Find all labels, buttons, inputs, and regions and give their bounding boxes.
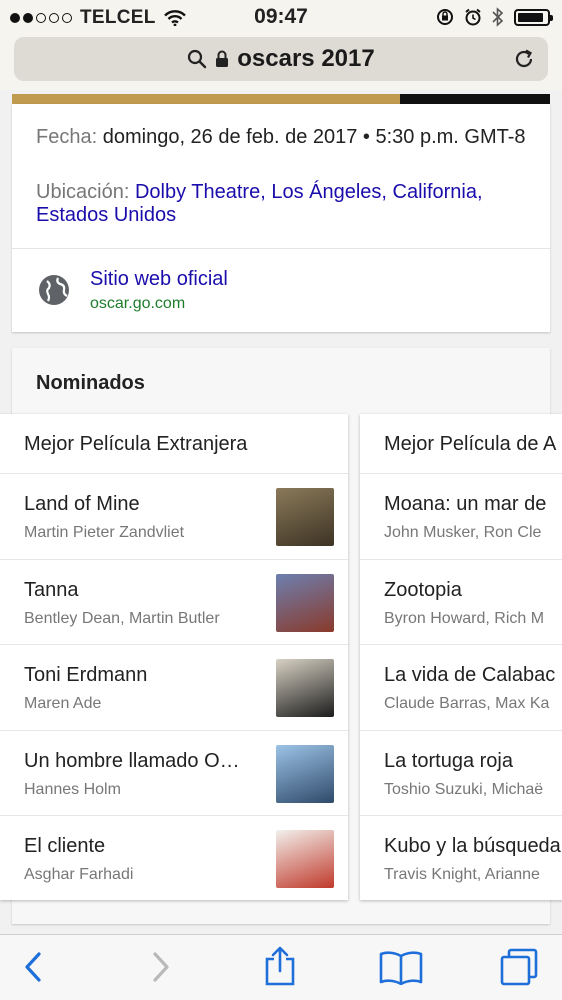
forward-icon[interactable] [146,949,174,985]
category-card[interactable]: Mejor Película Extranjera Land of Mine M… [0,414,348,900]
nominee-people: Asghar Farhadi [24,866,134,883]
nominee-people: Byron Howard, Rich M [384,609,545,627]
share-icon[interactable] [262,945,298,987]
nominee-title: La vida de Calabac [384,664,556,686]
nominee-title: Tanna [24,578,79,601]
nominee-item[interactable]: Kubo y la búsqueda Travis Knight, Ariann… [360,816,562,900]
address-bar[interactable]: oscars 2017 [14,37,548,81]
nominee-item[interactable]: La tortuga roja Toshio Suzuki, Michaë [360,731,562,816]
nominee-people: Claude Barras, Max Ka [384,695,550,712]
nominee-item[interactable]: Un hombre llamado O… Hannes Holm [0,731,348,816]
nominee-item[interactable]: El cliente Asghar Farhadi [0,816,348,900]
date-value: domingo, 26 de feb. de 2017 • 5:30 p.m. … [102,126,526,148]
bookmarks-icon[interactable] [378,949,424,985]
nominee-title: Toni Erdmann [24,664,148,686]
divider [12,248,550,249]
movie-poster-image [276,488,334,546]
lock-icon [216,50,229,67]
nominee-title: El cliente [24,835,106,857]
movie-poster-image [276,573,334,632]
movie-poster-image [276,744,334,803]
nominee-people: John Musker, Ron Cle [384,524,542,541]
nominee-title: Un hombre llamado O… [24,749,240,772]
nominee-item[interactable]: Tanna Bentley Dean, Martin Butler [0,560,348,645]
browser-toolbar [0,934,562,1000]
nominee-people: Bentley Dean, Martin Butler [24,609,220,627]
nominee-item[interactable]: La vida de Calabac Claude Barras, Max Ka [360,645,562,731]
nominee-item[interactable]: Land of Mine Martin Pieter Zandvliet [0,474,348,560]
event-location: Ubicación: Dolby Theatre, Los Ángeles, C… [36,181,526,227]
globe-icon [39,275,69,305]
nominee-people: Hannes Holm [24,780,121,798]
reload-icon[interactable] [512,47,536,71]
header-band-black [400,94,550,104]
nominee-title: Zootopia [384,578,462,601]
date-label: Fecha: [36,126,98,148]
nominees-heading: Nominados [36,372,145,394]
alarm-icon [465,8,481,26]
official-site-link[interactable]: Sitio web oficial [90,268,228,291]
nominee-people: Travis Knight, Arianne [384,866,540,883]
address-query: oscars 2017 [237,45,375,72]
bluetooth-icon [492,7,504,27]
event-info-card: Fecha: domingo, 26 de feb. de 2017 • 5:3… [12,104,550,332]
battery-icon [514,8,553,26]
location-label: Ubicación: [36,181,130,203]
nominee-people: Toshio Suzuki, Michaë [384,780,544,798]
search-icon [188,49,207,69]
back-icon[interactable] [20,949,48,985]
nominee-title: La tortuga roja [384,749,513,772]
status-bar: TELCEL 09:47 [0,0,562,34]
status-icons [436,7,553,27]
nominee-people: Maren Ade [24,695,102,712]
tabs-icon[interactable] [498,947,540,987]
nominee-item[interactable]: Zootopia Byron Howard, Rich M [360,560,562,645]
event-date: Fecha: domingo, 26 de feb. de 2017 • 5:3… [36,126,526,149]
header-band-gold [12,94,400,104]
official-site-url: oscar.go.com [90,295,186,312]
nominee-title: Land of Mine [24,493,140,515]
address-content: oscars 2017 [14,45,548,73]
nominee-title: Moana: un mar de [384,493,547,515]
category-title: Mejor Película Extranjera [0,414,348,474]
nominee-item[interactable]: Moana: un mar de John Musker, Ron Cle [360,474,562,560]
category-title: Mejor Película de A [360,414,562,474]
movie-poster-image [276,659,334,717]
browser-header: oscars 2017 [0,34,562,90]
orientation-lock-icon [437,9,453,25]
movie-poster-image [276,830,334,888]
battery-level [518,12,544,22]
category-card[interactable]: Mejor Película de A Moana: un mar de Joh… [360,414,562,900]
nominee-people: Martin Pieter Zandvliet [24,524,185,541]
nominee-item[interactable]: Toni Erdmann Maren Ade [0,645,348,731]
nominee-title: Kubo y la búsqueda [384,835,561,857]
